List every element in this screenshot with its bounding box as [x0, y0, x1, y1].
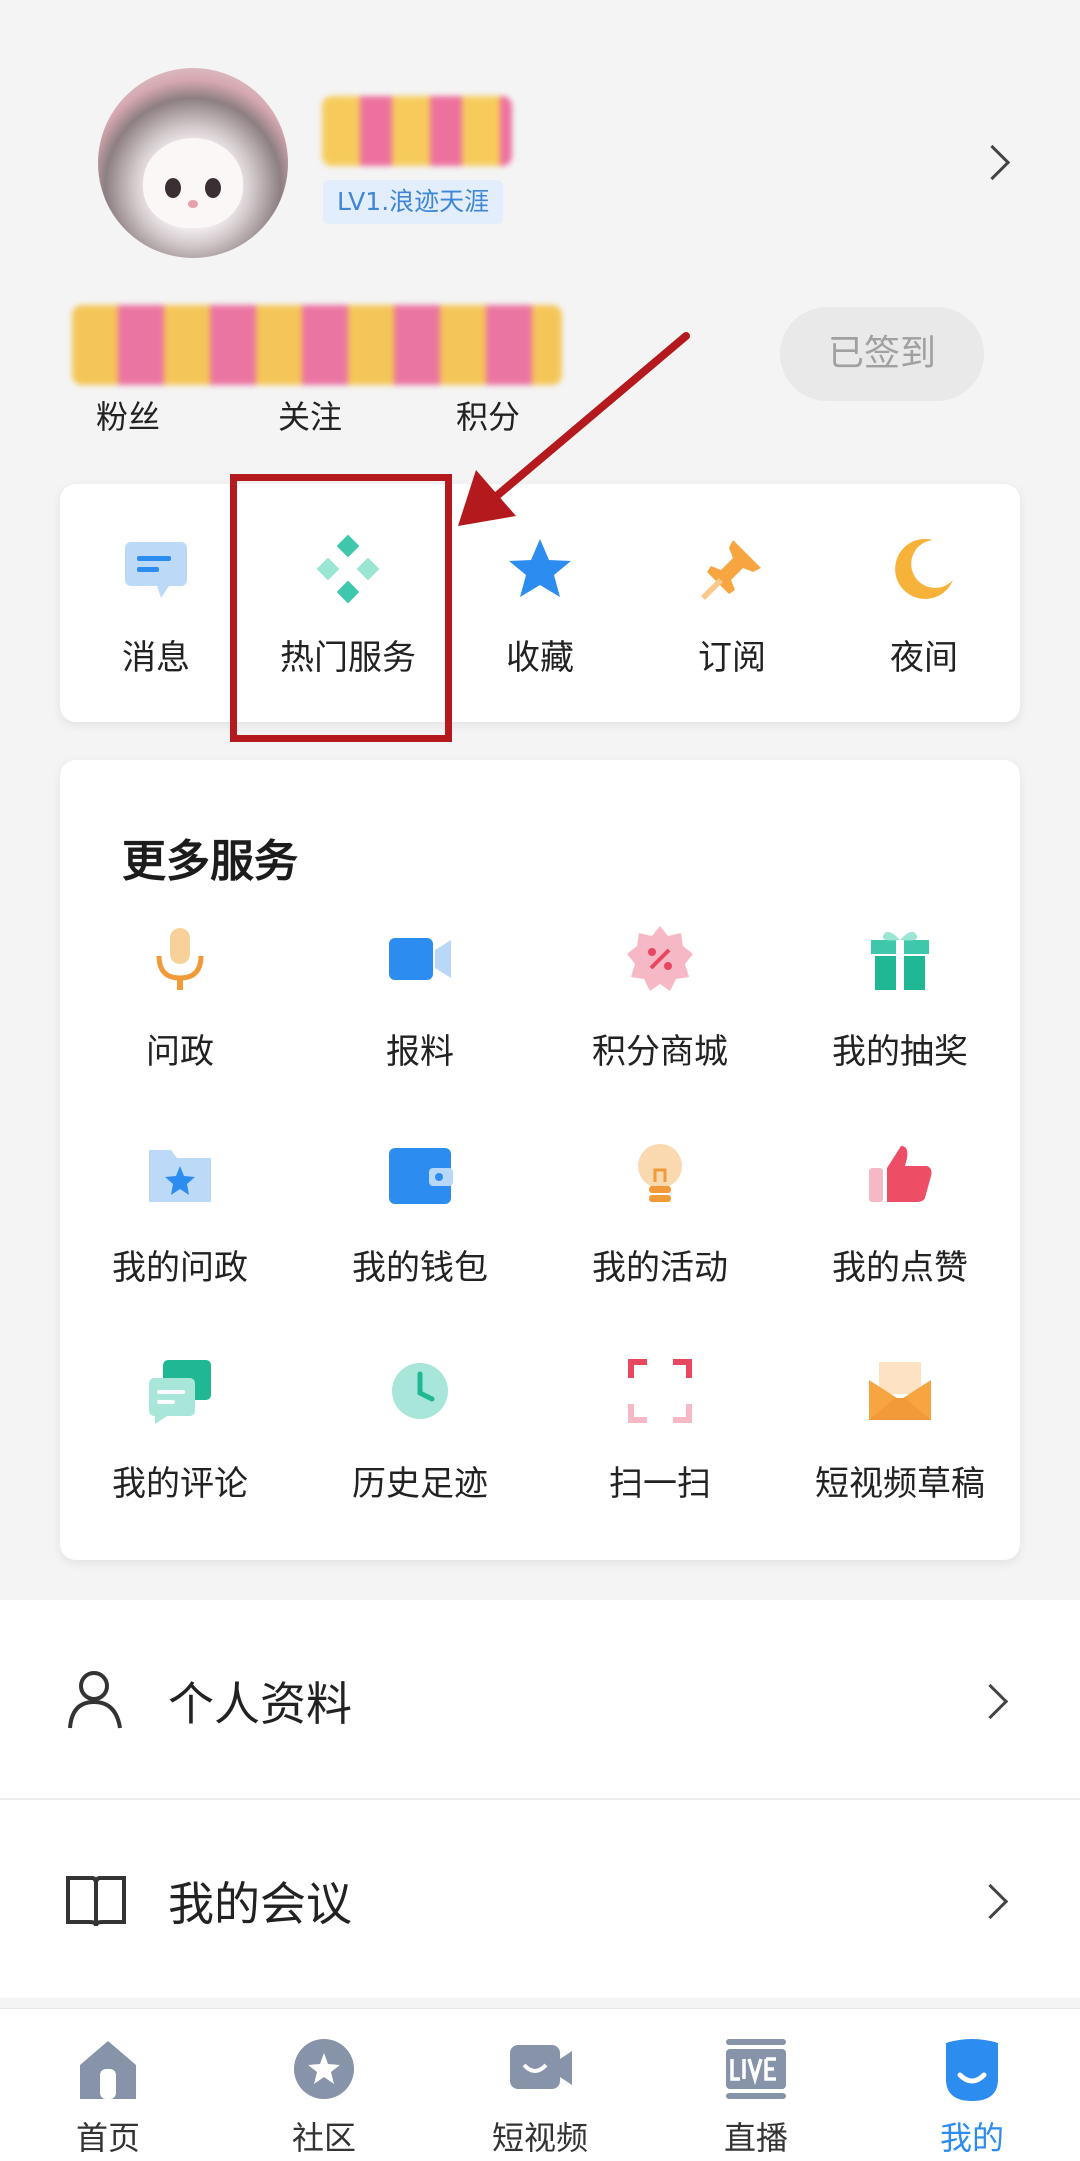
more-services-title: 更多服务: [122, 836, 298, 887]
service-my-wenzheng[interactable]: 我的问政: [60, 1140, 300, 1340]
wallet-icon: [389, 1148, 453, 1204]
lightbulb-icon: [638, 1144, 682, 1202]
service-history[interactable]: 历史足迹: [300, 1356, 540, 1556]
row-my-meetings[interactable]: 我的会议: [0, 1800, 1080, 1998]
row-label: 我的会议: [168, 1877, 352, 1931]
thumbs-up-icon: [869, 1146, 932, 1202]
username-obscured: [322, 96, 512, 166]
service-my-activities[interactable]: 我的活动: [540, 1140, 780, 1340]
quick-action-label: 收藏: [506, 638, 574, 678]
tab-home[interactable]: 首页: [0, 2009, 216, 2161]
gift-icon: [871, 931, 929, 990]
avatar[interactable]: [98, 68, 288, 258]
service-points-mall[interactable]: 积分商城: [540, 924, 780, 1124]
service-label: 我的点赞: [832, 1248, 968, 1288]
tab-community[interactable]: 社区: [216, 2009, 432, 2161]
service-label: 我的钱包: [352, 1248, 488, 1288]
comment-icon: [149, 1360, 211, 1424]
book-icon: [66, 1876, 126, 1927]
message-icon: [125, 542, 187, 598]
service-label: 报料: [386, 1032, 454, 1072]
service-label: 我的问政: [112, 1248, 248, 1288]
short-video-icon: [510, 2045, 572, 2089]
avatar-eye-left: [165, 178, 181, 198]
service-label: 短视频草稿: [815, 1464, 985, 1504]
service-label: 历史足迹: [352, 1464, 488, 1504]
star-icon: [509, 539, 571, 597]
folder-star-icon: [149, 1150, 211, 1202]
service-my-lottery[interactable]: 我的抽奖: [780, 924, 1020, 1124]
annotation-arrow-icon: [458, 332, 690, 526]
tab-mine[interactable]: 我的: [864, 2009, 1080, 2161]
points-mall-icon: [627, 926, 693, 991]
service-label: 我的评论: [112, 1464, 248, 1504]
tab-label: 短视频: [491, 2119, 588, 2157]
moon-icon: [895, 538, 953, 599]
tab-short-video[interactable]: 短视频: [432, 2009, 648, 2161]
annotation-highlight-box: [230, 474, 452, 742]
chevron-right-icon: [972, 1883, 1009, 1920]
quick-action-label: 订阅: [698, 638, 766, 678]
tab-label: 首页: [75, 2119, 140, 2157]
service-my-comments[interactable]: 我的评论: [60, 1356, 300, 1556]
quick-action-label: 消息: [122, 638, 190, 678]
tab-label: 社区: [291, 2119, 356, 2157]
microphone-icon: [156, 928, 204, 990]
live-icon: [726, 2039, 786, 2099]
quick-action-label: 夜间: [890, 638, 958, 678]
tab-live[interactable]: 直播: [648, 2009, 864, 2161]
avatar-nose: [188, 200, 198, 208]
service-label: 积分商城: [592, 1032, 728, 1072]
service-baoliao[interactable]: 报料: [300, 924, 540, 1124]
home-icon: [80, 2041, 136, 2099]
clock-icon: [392, 1363, 448, 1419]
service-wenzheng[interactable]: 问政: [60, 924, 300, 1124]
more-services-card: 更多服务 问政 报料 积分商城 我的抽奖 我的问政 我的钱包 我的活动 我的点赞…: [60, 760, 1020, 1560]
stat-following-label[interactable]: 关注: [278, 392, 342, 438]
chevron-right-icon: [972, 1683, 1009, 1720]
quick-action-messages[interactable]: 消息: [60, 484, 252, 722]
avatar-eye-right: [205, 178, 221, 198]
profile-chevron-right-icon[interactable]: [974, 144, 1011, 181]
service-label: 扫一扫: [609, 1464, 711, 1504]
stat-fans-label[interactable]: 粉丝: [96, 392, 160, 438]
signed-in-button[interactable]: 已签到: [780, 307, 984, 401]
level-badge: LV1.浪迹天涯: [323, 180, 504, 224]
pin-icon: [701, 540, 761, 600]
service-label: 问政: [146, 1032, 214, 1072]
row-label: 个人资料: [168, 1677, 352, 1731]
mine-icon: [946, 2039, 998, 2101]
quick-action-night-mode[interactable]: 夜间: [828, 484, 1020, 722]
tab-label: 直播: [723, 2119, 788, 2157]
service-label: 我的活动: [592, 1248, 728, 1288]
service-my-wallet[interactable]: 我的钱包: [300, 1140, 540, 1340]
bottom-tab-bar: 首页 社区 短视频 直播 我的: [0, 2008, 1080, 2161]
row-profile[interactable]: 个人资料: [0, 1600, 1080, 1798]
scan-icon: [628, 1359, 692, 1423]
service-scan[interactable]: 扫一扫: [540, 1356, 780, 1556]
service-my-likes[interactable]: 我的点赞: [780, 1140, 1020, 1340]
community-icon: [294, 2039, 354, 2099]
avatar-cat-face: [143, 138, 243, 228]
service-video-drafts[interactable]: 短视频草稿: [780, 1356, 1020, 1556]
tab-label: 我的: [939, 2119, 1004, 2157]
service-label: 我的抽奖: [832, 1032, 968, 1072]
envelope-icon: [869, 1362, 931, 1420]
video-camera-icon: [389, 938, 451, 980]
person-icon: [68, 1671, 122, 1729]
